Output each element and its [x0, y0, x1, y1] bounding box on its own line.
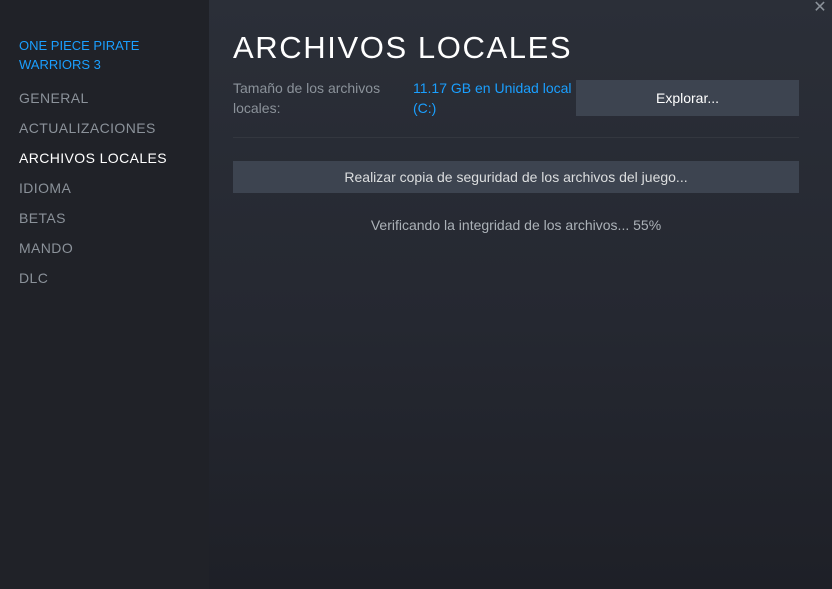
sidebar-item-general[interactable]: GENERAL	[0, 83, 209, 113]
main-content: ✕ ARCHIVOS LOCALES Tamaño de los archivo…	[209, 0, 832, 589]
sidebar-item-language[interactable]: IDIOMA	[0, 173, 209, 203]
browse-button[interactable]: Explorar...	[576, 80, 799, 116]
verify-status-text: Verificando la integridad de los archivo…	[370, 217, 662, 233]
page-title: ARCHIVOS LOCALES	[233, 30, 573, 65]
sidebar-item-updates[interactable]: ACTUALIZACIONES	[0, 113, 209, 143]
close-icon[interactable]: ✕	[808, 0, 832, 18]
game-title: ONE PIECE PIRATE WARRIORS 3	[19, 38, 140, 72]
sidebar-item-dlc[interactable]: DLC	[0, 263, 209, 293]
sidebar: ONE PIECE PIRATE WARRIORS 3 GENERAL ACTU…	[0, 0, 209, 589]
properties-window: ONE PIECE PIRATE WARRIORS 3 GENERAL ACTU…	[0, 0, 832, 589]
sidebar-item-local-files[interactable]: ARCHIVOS LOCALES	[0, 143, 209, 173]
sidebar-item-betas[interactable]: BETAS	[0, 203, 209, 233]
divider	[233, 137, 799, 138]
sidebar-item-controller[interactable]: MANDO	[0, 233, 209, 263]
local-files-size-value[interactable]: 11.17 GB en Unidad local (C:)	[413, 78, 576, 118]
backup-game-files-button[interactable]: Realizar copia de seguridad de los archi…	[233, 161, 799, 193]
local-files-size-label: Tamaño de los archivos locales:	[233, 80, 381, 116]
